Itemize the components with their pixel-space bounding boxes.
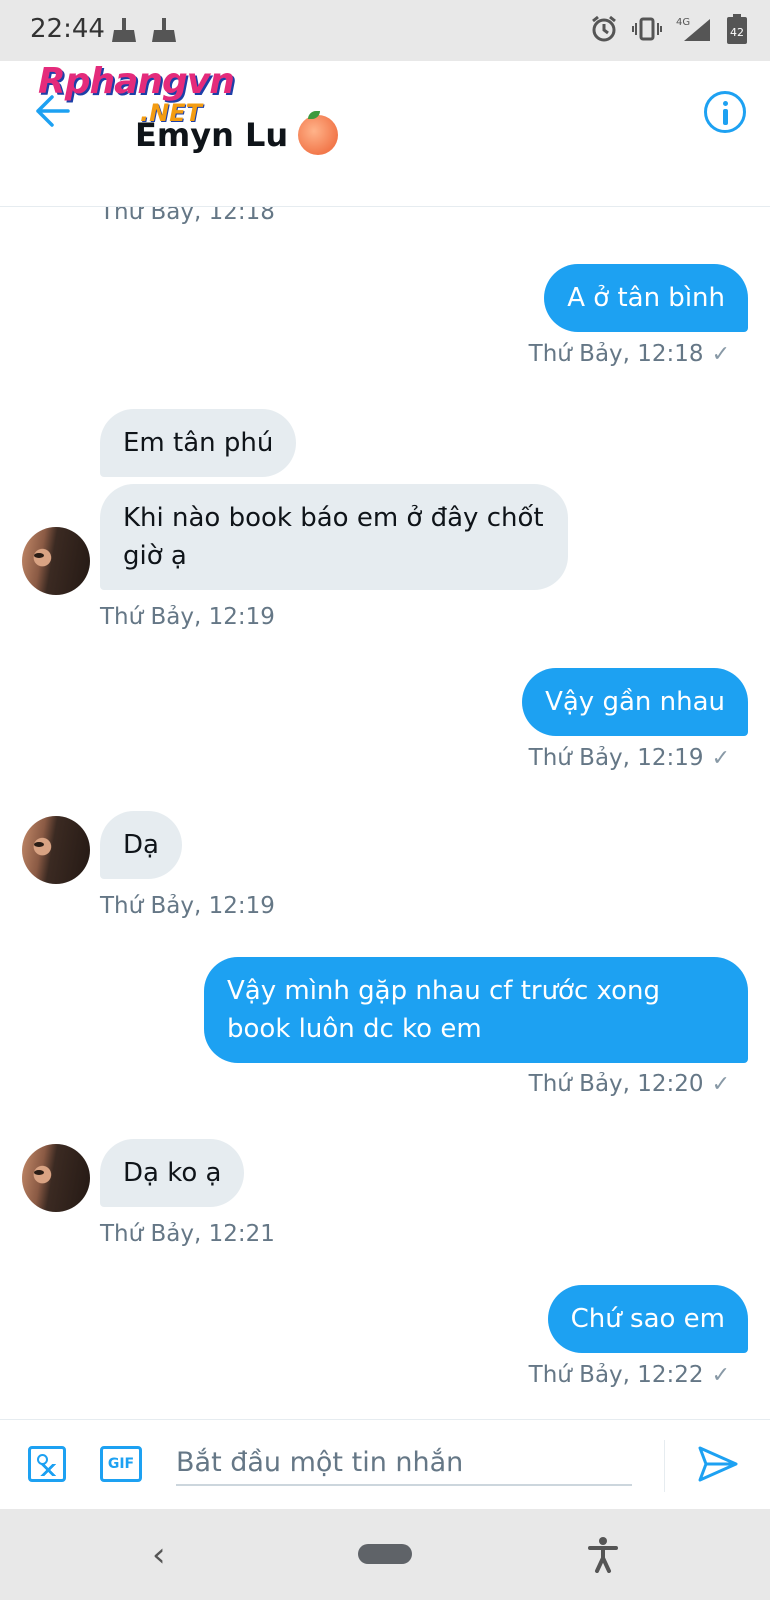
sent-check-icon: ✓ <box>711 745 730 771</box>
info-icon[interactable] <box>704 91 746 133</box>
system-nav-bar: ‹ <box>0 1509 770 1600</box>
battery-icon: 42 <box>727 14 747 44</box>
sent-check-icon: ✓ <box>711 1071 730 1097</box>
alarm-icon <box>592 15 616 42</box>
message-timestamp: Thứ Bảy, 12:19 <box>100 604 275 630</box>
message-meta: Thứ Bảy, 12:19 ✓ <box>529 745 730 771</box>
message-input[interactable] <box>176 1440 632 1486</box>
avatar[interactable] <box>22 816 90 884</box>
status-time: 22:44 <box>30 14 105 44</box>
message-timestamp: Thứ Bảy, 12:18 <box>100 207 275 225</box>
incoming-message[interactable]: Dạ <box>100 811 182 879</box>
sent-check-icon: ✓ <box>711 1362 730 1388</box>
message-meta: Thứ Bảy, 12:20 ✓ <box>529 1071 730 1097</box>
contact-name-text: Emyn Lu <box>135 116 289 154</box>
home-pill-icon[interactable] <box>358 1544 412 1564</box>
outgoing-message[interactable]: Vậy mình gặp nhau cf trước xong book luô… <box>204 957 748 1063</box>
message-timestamp: Thứ Bảy, 12:21 <box>100 1221 275 1247</box>
status-left-icons <box>110 16 178 44</box>
message-composer: GIF <box>0 1419 770 1509</box>
message-timestamp: Thứ Bảy, 12:19 <box>100 893 275 919</box>
incoming-message[interactable]: Em tân phú <box>100 409 297 477</box>
accessibility-icon[interactable] <box>588 1537 618 1573</box>
incoming-message[interactable]: Dạ ko ạ <box>100 1139 245 1207</box>
avatar[interactable] <box>22 1144 90 1212</box>
message-timestamp: Thứ Bảy, 12:20 <box>528 1071 704 1097</box>
incoming-message[interactable]: Khi nào book báo em ở đây chốt giờ ạ <box>100 484 568 590</box>
image-icon[interactable] <box>28 1446 66 1482</box>
composer-divider <box>664 1440 665 1492</box>
sent-check-icon: ✓ <box>711 341 730 367</box>
outgoing-message[interactable]: Vậy gần nhau <box>522 668 748 736</box>
message-meta: Thứ Bảy, 12:22 ✓ <box>529 1362 730 1388</box>
svg-text:4G: 4G <box>676 17 690 28</box>
gif-button[interactable]: GIF <box>100 1446 142 1482</box>
conversation-header: Rphangvn .NET Emyn Lu <box>0 61 770 207</box>
message-list: Thứ Bảy, 12:18 A ở tân bình Thứ Bảy, 12:… <box>0 207 770 1419</box>
avatar[interactable] <box>22 527 90 595</box>
logo-main-text: Rphangvn <box>38 61 235 102</box>
signal-4g-icon: 4G <box>676 17 710 41</box>
message-meta: Thứ Bảy, 12:18 ✓ <box>529 341 730 367</box>
broom-icon <box>112 18 136 42</box>
outgoing-message[interactable]: Chứ sao em <box>547 1285 748 1353</box>
send-icon[interactable] <box>696 1442 740 1486</box>
message-timestamp: Thứ Bảy, 12:22 <box>528 1362 704 1388</box>
vibrate-icon <box>632 17 662 41</box>
message-timestamp: Thứ Bảy, 12:18 <box>528 341 704 367</box>
peach-icon <box>298 111 339 155</box>
nav-back-button[interactable]: ‹ <box>152 1535 166 1575</box>
battery-level: 42 <box>730 26 744 39</box>
contact-name[interactable]: Emyn Lu <box>135 111 339 155</box>
broom-icon <box>152 18 176 42</box>
status-bar: 22:44 4G 42 <box>0 0 770 61</box>
message-timestamp: Thứ Bảy, 12:19 <box>528 745 704 771</box>
outgoing-message[interactable]: A ở tân bình <box>544 264 748 332</box>
status-right-icons: 4G 42 <box>590 14 748 44</box>
